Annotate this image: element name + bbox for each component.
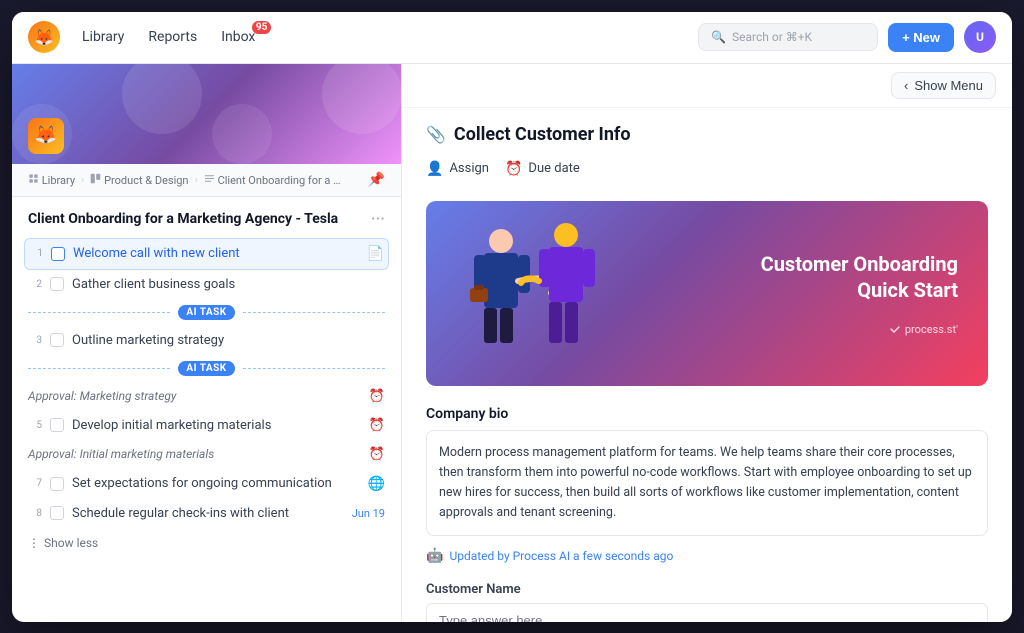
right-top-bar: ‹ Show Menu [402,64,1012,108]
task-item[interactable]: 2 Gather client business goals [24,270,389,299]
right-content: 📎 Collect Customer Info 👤 Assign ⏰ Due d… [402,108,1012,622]
task-label-3: Outline marketing strategy [72,333,385,348]
left-header-image: 🦊 [12,64,401,164]
approval-row-1: Approval: Marketing strategy ⏰ [24,382,389,411]
task-item[interactable]: 1 Welcome call with new client 📄 [24,238,389,270]
app-logo: 🦊 [28,21,60,53]
person-icon: 👤 [426,161,443,177]
task-item[interactable]: 8 Schedule regular check-ins with client… [24,499,389,528]
task-main-title: Collect Customer Info [454,124,631,145]
task-label-8: Schedule regular check-ins with client [72,506,344,521]
task-label-2: Gather client business goals [72,277,385,292]
app-window: 🦊 Library Reports Inbox 95 🔍 Search or ⌘… [12,12,1012,622]
task-checkbox-5[interactable] [50,418,64,432]
task-item[interactable]: 7 Set expectations for ongoing communica… [24,469,389,499]
search-icon: 🔍 [711,30,726,44]
approval-icon-1: ⏰ [369,389,385,404]
task-checkbox-8[interactable] [50,506,64,520]
onboarding-image: Customer Onboarding Quick Start process.… [426,201,988,386]
approval-label-1: Approval: Marketing strategy [28,389,176,403]
task-emoji: 📎 [426,125,446,144]
breadcrumb-library[interactable]: Library [28,173,75,187]
main-content: 🦊 Library › Product & Design › Client On… [12,64,1012,622]
onboarding-title: Customer Onboarding Quick Start [761,251,958,303]
updated-badge: 🤖 Updated by Process AI a few seconds ag… [426,548,988,564]
show-menu-button[interactable]: ‹ Show Menu [891,72,996,99]
inbox-badge: 95 [252,21,271,34]
nav-reports[interactable]: Reports [138,23,207,51]
task-doc-icon: 📄 [367,246,384,262]
task-checkbox-1[interactable] [51,247,65,261]
new-button[interactable]: + New [888,23,954,52]
checklist-body: 1 Welcome call with new client 📄 2 Gathe… [12,238,401,622]
checklist-more-button[interactable]: ··· [371,209,385,230]
task-item[interactable]: 3 Outline marketing strategy [24,326,389,355]
nav-links: Library Reports Inbox 95 [72,23,698,51]
task-item[interactable]: 5 Develop initial marketing materials ⏰ [24,411,389,440]
task-label-7: Set expectations for ongoing communicati… [72,476,360,491]
task-globe-icon: 🌐 [368,476,385,492]
right-panel: ‹ Show Menu 📎 Collect Customer Info 👤 As… [402,64,1012,622]
left-panel: 🦊 Library › Product & Design › Client On… [12,64,402,622]
ai-task-divider-2: AI TASK [24,355,389,382]
task-clock-icon-5: ⏰ [369,418,385,433]
task-checkbox-3[interactable] [50,333,64,347]
ai-task-divider-1: AI TASK [24,299,389,326]
nav-right: 🔍 Search or ⌘+K + New U [698,21,996,53]
customer-name-field: Customer Name [426,582,988,622]
checklist-header: Client Onboarding for a Marketing Agency… [12,197,401,238]
nav-inbox[interactable]: Inbox 95 [211,23,265,51]
show-less-icon: ⋮ [28,536,40,550]
navbar: 🦊 Library Reports Inbox 95 🔍 Search or ⌘… [12,12,1012,64]
due-date-button[interactable]: ⏰ Due date [505,157,580,181]
company-bio-label: Company bio [426,406,988,422]
task-label-1: Welcome call with new client [73,246,359,261]
show-less-button[interactable]: ⋮ Show less [24,528,389,558]
approval-label-2: Approval: Initial marketing materials [28,447,214,461]
customer-name-input[interactable] [426,603,988,622]
company-bio-section: Company bio Modern process management pl… [426,406,988,564]
task-label-5: Develop initial marketing materials [72,418,361,433]
ai-icon: 🤖 [426,548,443,564]
task-actions: 👤 Assign ⏰ Due date [426,157,988,181]
handshake-illustration [456,213,606,373]
left-logo: 🦊 [28,118,64,154]
task-checkbox-7[interactable] [50,477,64,491]
approval-row-2: Approval: Initial marketing materials ⏰ [24,440,389,469]
ai-task-badge-2: AI TASK [178,361,234,376]
breadcrumb: Library › Product & Design › Client Onbo… [12,164,401,197]
chevron-left-icon: ‹ [904,78,908,93]
process-st-logo: process.st' [761,323,958,336]
assign-button[interactable]: 👤 Assign [426,157,489,181]
task-date-8: Jun 19 [352,507,385,520]
breadcrumb-product-design[interactable]: Product & Design [90,173,188,187]
breadcrumb-checklist[interactable]: Client Onboarding for a Marketing Agency [204,173,348,187]
customer-name-label: Customer Name [426,582,988,597]
company-bio-text: Modern process management platform for t… [426,430,988,536]
avatar: U [964,21,996,53]
approval-icon-2: ⏰ [369,447,385,462]
ai-task-badge-1: AI TASK [178,305,234,320]
search-bar[interactable]: 🔍 Search or ⌘+K [698,23,878,51]
clock-icon: ⏰ [505,161,522,177]
task-checkbox-2[interactable] [50,277,64,291]
task-title-section: 📎 Collect Customer Info [426,124,988,145]
nav-library[interactable]: Library [72,23,134,51]
pin-icon[interactable]: 📌 [368,172,385,188]
checklist-title: Client Onboarding for a Marketing Agency… [28,211,338,227]
